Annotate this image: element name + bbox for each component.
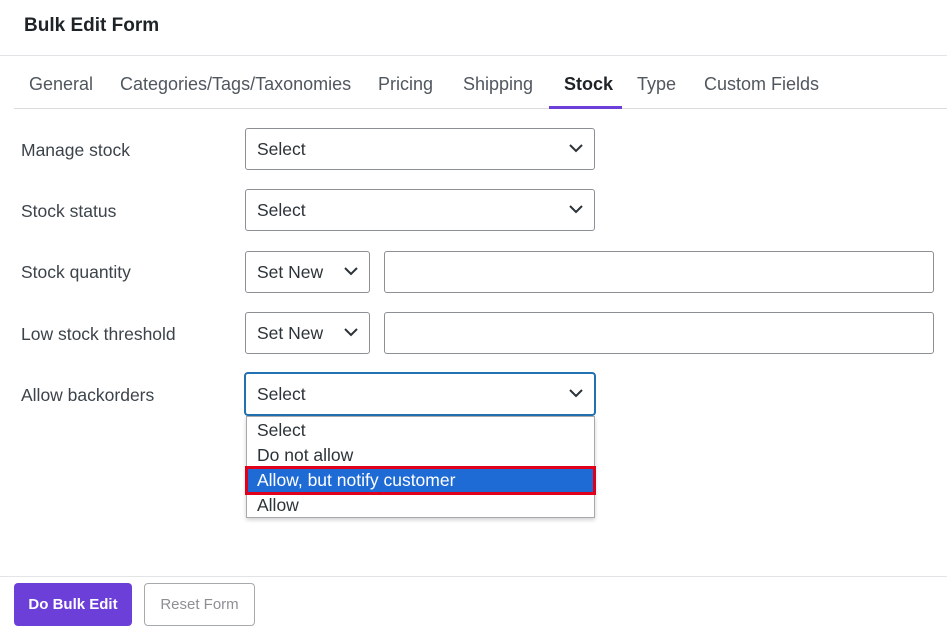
- low-stock-threshold-mode-value: Set New: [257, 323, 324, 343]
- allow-backorders-label: Allow backorders: [21, 385, 155, 405]
- chevron-down-icon: [569, 144, 583, 153]
- tab-custom-fields[interactable]: Custom Fields: [689, 60, 834, 108]
- tab-general[interactable]: General: [14, 60, 108, 108]
- low-stock-threshold-mode-select[interactable]: Set New: [245, 312, 370, 354]
- allow-backorders-select[interactable]: Select: [245, 373, 595, 415]
- tab-shipping[interactable]: Shipping: [448, 60, 548, 108]
- allow-backorders-value: Select: [257, 384, 306, 404]
- manage-stock-value: Select: [257, 139, 306, 159]
- page-title: Bulk Edit Form: [24, 15, 160, 36]
- low-stock-threshold-label: Low stock threshold: [21, 324, 176, 344]
- stock-quantity-mode-select[interactable]: Set New: [245, 251, 370, 293]
- stock-quantity-mode-value: Set New: [257, 262, 324, 282]
- form-header: Bulk Edit Form: [0, 0, 947, 56]
- chevron-down-icon: [569, 205, 583, 214]
- tab-pricing[interactable]: Pricing: [363, 60, 448, 108]
- low-stock-threshold-input[interactable]: [384, 312, 934, 354]
- reset-form-button[interactable]: Reset Form: [144, 583, 255, 626]
- stock-quantity-input[interactable]: [384, 251, 934, 293]
- allow-backorders-dropdown: Select Do not allow Allow, but notify cu…: [245, 416, 596, 518]
- manage-stock-label: Manage stock: [21, 140, 130, 160]
- option-do-not-allow[interactable]: Do not allow: [247, 443, 594, 468]
- stock-status-value: Select: [257, 200, 306, 220]
- chevron-down-icon: [569, 389, 583, 398]
- tab-bar: General Categories/Tags/Taxonomies Prici…: [14, 60, 947, 109]
- tab-stock[interactable]: Stock: [549, 60, 622, 109]
- chevron-down-icon: [344, 328, 358, 337]
- option-allow-but-notify-customer[interactable]: Allow, but notify customer: [245, 466, 596, 495]
- tab-categories-tags-taxonomies[interactable]: Categories/Tags/Taxonomies: [105, 60, 366, 108]
- form-footer: [0, 576, 947, 631]
- option-select[interactable]: Select: [247, 418, 594, 443]
- manage-stock-select[interactable]: Select: [245, 128, 595, 170]
- tab-type[interactable]: Type: [622, 60, 691, 108]
- do-bulk-edit-button[interactable]: Do Bulk Edit: [14, 583, 132, 626]
- stock-status-label: Stock status: [21, 201, 117, 221]
- stock-quantity-label: Stock quantity: [21, 262, 131, 282]
- option-allow[interactable]: Allow: [247, 493, 594, 518]
- chevron-down-icon: [344, 267, 358, 276]
- stock-status-select[interactable]: Select: [245, 189, 595, 231]
